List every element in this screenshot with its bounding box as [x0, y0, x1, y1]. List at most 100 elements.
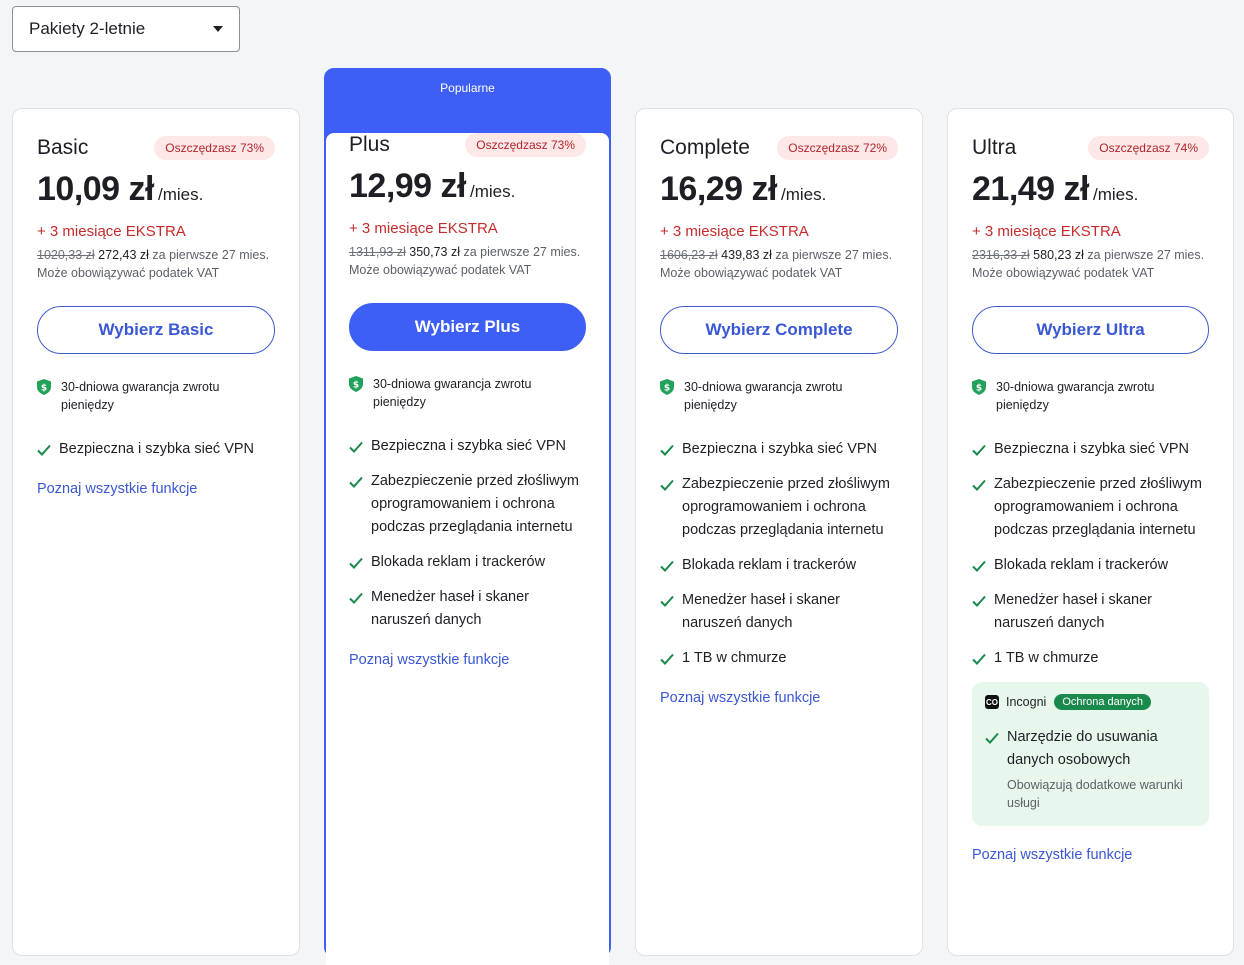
vat-note: Może obowiązywać podatek VAT	[349, 263, 532, 277]
price-period: /mies.	[469, 182, 516, 201]
svg-text:$: $	[353, 381, 359, 391]
popular-label: Popularne	[440, 81, 495, 95]
incogni-logo-icon: CO	[985, 695, 999, 709]
shield-dollar-icon: $	[660, 379, 674, 395]
choose-ultra-button[interactable]: Wybierz Ultra	[972, 306, 1209, 354]
total-price: 350,73 zł	[409, 245, 460, 259]
guarantee-text: 30-dniowa gwarancja zwrotu pieniędzy	[373, 377, 532, 409]
feature-item: Zabezpieczenie przed złośliwym oprogramo…	[349, 470, 586, 539]
guarantee-text: 30-dniowa gwarancja zwrotu pieniędzy	[61, 380, 220, 412]
check-icon	[972, 595, 986, 607]
feature-list: Bezpieczna i szybka sieć VPN Zabezpiecze…	[972, 438, 1209, 670]
check-icon	[660, 653, 674, 665]
check-icon	[660, 595, 674, 607]
incogni-addon: CO Incogni Ochrona danych Narzędzie do u…	[972, 682, 1209, 826]
plan-name: Plus	[349, 133, 390, 156]
choose-plus-button[interactable]: Wybierz Plus	[349, 303, 586, 351]
plan-card-ultra: Ultra Oszczędzasz 74% 21,49 zł /mies. + …	[947, 108, 1234, 956]
plan-price: 12,99 zł	[349, 167, 466, 205]
plan-card-plus: Popularne Plus Oszczędzasz 73% 12,99 zł …	[324, 68, 611, 965]
all-features-link[interactable]: Poznaj wszystkie funkcje	[972, 847, 1132, 863]
choose-complete-button[interactable]: Wybierz Complete	[660, 306, 898, 354]
all-features-link[interactable]: Poznaj wszystkie funkcje	[349, 652, 509, 668]
money-back-guarantee: $ 30-dniowa gwarancja zwrotu pieniędzy	[972, 378, 1209, 414]
shield-dollar-icon: $	[349, 376, 363, 392]
total-price: 580,23 zł	[1033, 248, 1084, 262]
feature-list: Bezpieczna i szybka sieć VPN Zabezpiecze…	[660, 438, 898, 670]
price-period: /mies.	[157, 185, 204, 204]
svg-text:$: $	[976, 384, 982, 394]
extra-months: + 3 miesiące EKSTRA	[972, 223, 1121, 240]
plan-card-basic: Basic Oszczędzasz 73% 10,09 zł /mies. + …	[12, 108, 300, 956]
vat-note: Może obowiązywać podatek VAT	[972, 266, 1155, 280]
plan-price: 10,09 zł	[37, 170, 154, 208]
billing-period: za pierwsze 27 mies.	[1087, 248, 1205, 262]
shield-dollar-icon: $	[37, 379, 51, 395]
all-features-link[interactable]: Poznaj wszystkie funkcje	[37, 481, 197, 497]
savings-badge: Oszczędzasz 73%	[154, 136, 275, 160]
check-icon	[972, 653, 986, 665]
plan-period-select[interactable]: Pakiety 2-letnie	[12, 6, 240, 52]
shield-dollar-icon: $	[972, 379, 986, 395]
check-icon	[660, 444, 674, 456]
incogni-terms-note: Obowiązują dodatkowe warunki usługi	[1007, 778, 1183, 810]
savings-badge: Oszczędzasz 74%	[1088, 136, 1209, 160]
extra-months: + 3 miesiące EKSTRA	[37, 223, 186, 240]
billing-period: za pierwsze 27 mies.	[463, 245, 581, 259]
plan-price: 16,29 zł	[660, 170, 777, 208]
feature-item: Bezpieczna i szybka sieć VPN	[349, 435, 586, 458]
all-features-link[interactable]: Poznaj wszystkie funkcje	[660, 690, 820, 706]
check-icon	[985, 732, 999, 744]
check-icon	[660, 479, 674, 491]
old-price: 2316,33 zł	[972, 248, 1030, 262]
extra-months: + 3 miesiące EKSTRA	[660, 223, 809, 240]
price-details: 1311,93 zł 350,73 zł za pierwsze 27 mies…	[349, 243, 586, 261]
money-back-guarantee: $ 30-dniowa gwarancja zwrotu pieniędzy	[660, 378, 898, 414]
old-price: 1311,93 zł	[349, 245, 406, 259]
plan-price: 21,49 zł	[972, 170, 1089, 208]
check-icon	[349, 557, 363, 569]
feature-item: 1 TB w chmurze	[660, 647, 898, 670]
guarantee-text: 30-dniowa gwarancja zwrotu pieniędzy	[684, 380, 843, 412]
incogni-header: CO Incogni Ochrona danych	[985, 694, 1196, 710]
check-icon	[37, 444, 51, 456]
plan-card-complete: Complete Oszczędzasz 72% 16,29 zł /mies.…	[635, 108, 923, 956]
svg-text:$: $	[41, 384, 47, 394]
check-icon	[972, 560, 986, 572]
plan-period-value: Pakiety 2-letnie	[29, 19, 146, 38]
vat-note: Może obowiązywać podatek VAT	[37, 266, 220, 280]
feature-item: Narzędzie do usuwania danych osobowych	[985, 726, 1196, 772]
choose-basic-button[interactable]: Wybierz Basic	[37, 306, 275, 354]
feature-item: Menedżer haseł i skaner naruszeń danych	[349, 586, 586, 632]
feature-item: Blokada reklam i trackerów	[349, 551, 586, 574]
price-details: 1606,23 zł 439,83 zł za pierwsze 27 mies…	[660, 246, 898, 264]
plan-name: Ultra	[972, 136, 1017, 159]
old-price: 1606,23 zł	[660, 248, 718, 262]
feature-item: Bezpieczna i szybka sieć VPN	[660, 438, 898, 461]
savings-badge: Oszczędzasz 73%	[465, 133, 586, 157]
vat-note: Może obowiązywać podatek VAT	[660, 266, 843, 280]
old-price: 1020,33 zł	[37, 248, 95, 262]
check-icon	[660, 560, 674, 572]
billing-period: za pierwsze 27 mies.	[775, 248, 893, 262]
extra-months: + 3 miesiące EKSTRA	[349, 220, 498, 237]
savings-badge: Oszczędzasz 72%	[777, 136, 898, 160]
check-icon	[349, 441, 363, 453]
guarantee-text: 30-dniowa gwarancja zwrotu pieniędzy	[996, 380, 1155, 412]
money-back-guarantee: $ 30-dniowa gwarancja zwrotu pieniędzy	[37, 378, 275, 414]
chevron-down-icon	[213, 26, 223, 32]
feature-item: Menedżer haseł i skaner naruszeń danych	[972, 589, 1209, 635]
feature-item: Blokada reklam i trackerów	[660, 554, 898, 577]
feature-item: Zabezpieczenie przed złośliwym oprogramo…	[660, 473, 898, 542]
feature-item: Zabezpieczenie przed złośliwym oprogramo…	[972, 473, 1209, 542]
price-period: /mies.	[1092, 185, 1139, 204]
feature-item: Bezpieczna i szybka sieć VPN	[972, 438, 1209, 461]
feature-item: 1 TB w chmurze	[972, 647, 1209, 670]
plan-name: Complete	[660, 136, 750, 159]
plan-name: Basic	[37, 136, 89, 159]
incogni-feature-list: Narzędzie do usuwania danych osobowych	[985, 726, 1196, 772]
feature-item: Menedżer haseł i skaner naruszeń danych	[660, 589, 898, 635]
incogni-name: Incogni	[1006, 695, 1047, 709]
total-price: 272,43 zł	[98, 248, 149, 262]
billing-period: za pierwsze 27 mies.	[152, 248, 270, 262]
